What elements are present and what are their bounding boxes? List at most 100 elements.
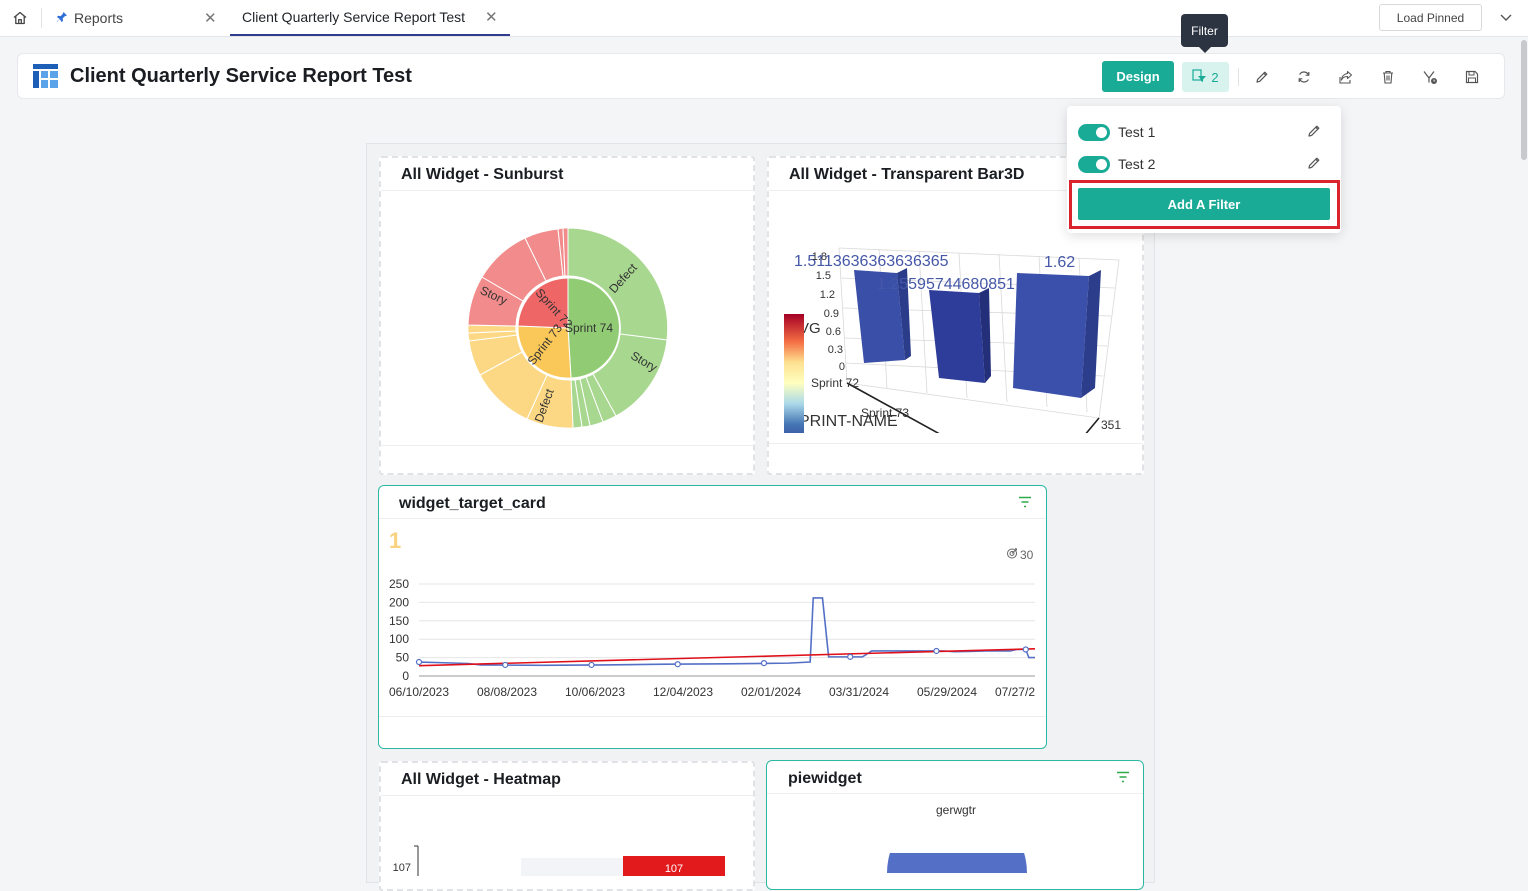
widget-sunburst[interactable]: All Widget - Sunburst Sprint 74 Sprint 7… [379, 156, 755, 475]
widget-divider [769, 443, 1142, 444]
y-tick-label: 100 [389, 632, 409, 646]
series-line [418, 597, 1035, 667]
y-tick-label: 200 [389, 595, 409, 609]
widget-pie[interactable]: piewidget gerwgtr [766, 760, 1144, 890]
bar3d-bar [1013, 270, 1101, 398]
close-icon[interactable]: ✕ [485, 8, 498, 26]
filter-tooltip: Filter [1181, 14, 1228, 53]
pin-icon [56, 10, 70, 26]
tab-bar: Reports ✕ Client Quarterly Service Repor… [0, 0, 1528, 37]
widget-divider [767, 793, 1143, 794]
filter-icon [1192, 68, 1207, 86]
widget-divider [379, 716, 1046, 717]
filter-item: Test 1 [1078, 123, 1328, 143]
visual-map-legend [784, 314, 804, 433]
widget-title: widget_target_card [399, 495, 546, 512]
edit-icon[interactable] [1252, 67, 1272, 87]
data-point [674, 661, 681, 668]
filter-item: Test 2 [1078, 155, 1328, 175]
x-tick: Sprint 72 [811, 376, 859, 390]
y-tick-label: 50 [396, 651, 410, 665]
x-tick-label: 05/29/2024 [917, 685, 977, 699]
share-icon[interactable] [1336, 67, 1356, 87]
heatmap-cell-label: 107 [665, 863, 683, 875]
data-point [588, 661, 595, 669]
filter-icon[interactable] [1116, 770, 1130, 783]
data-point [933, 647, 940, 655]
save-icon[interactable] [1462, 67, 1482, 87]
close-icon[interactable]: ✕ [204, 9, 217, 27]
z-tick: 0.9 [824, 308, 839, 320]
data-point [760, 660, 768, 667]
target-icon [1006, 547, 1018, 562]
heatmap-cell [521, 858, 623, 876]
x-tick-label: 02/01/2024 [741, 685, 801, 699]
y-tick-label: 250 [389, 577, 409, 591]
widget-title: All Widget - Heatmap [401, 771, 561, 788]
x-tick-label: 10/06/2023 [565, 685, 625, 699]
heatmap-chart: 107 107 [393, 845, 725, 876]
x-tick-label: 06/10/2023 [389, 685, 449, 699]
data-point [415, 658, 423, 666]
refresh-icon[interactable] [1294, 67, 1314, 87]
target-indicator: 30 [1006, 547, 1033, 562]
report-header: Client Quarterly Service Report Test Des… [17, 53, 1505, 99]
data-point [847, 653, 854, 660]
x-tick-label: 07/27/2 [995, 685, 1035, 699]
design-button[interactable]: Design [1102, 61, 1174, 92]
x-tick-label: 03/31/2024 [829, 685, 889, 699]
y-tick-label: 0 [402, 669, 409, 683]
data-point [502, 661, 509, 669]
edit-icon[interactable] [1306, 155, 1324, 173]
tab-reports[interactable]: Reports ✕ [56, 0, 226, 36]
chevron-down-icon[interactable] [1498, 9, 1514, 30]
load-pinned-button[interactable]: Load Pinned [1379, 4, 1482, 31]
delete-icon[interactable] [1378, 67, 1398, 87]
z-tick: 0.6 [826, 326, 841, 338]
target-value: 30 [1020, 547, 1034, 562]
home-icon[interactable] [8, 6, 32, 30]
filter-toggle[interactable] [1078, 156, 1110, 173]
widget-title: All Widget - Sunburst [401, 166, 564, 183]
edit-icon[interactable] [1306, 123, 1324, 141]
x-tick-label: 12/04/2023 [653, 685, 713, 699]
sunburst-chart: Sprint 74 Sprint 73 Sprint 72 Defect Sto… [467, 227, 669, 429]
tab-client-quarterly[interactable]: Client Quarterly Service Report Test ✕ [230, 0, 510, 36]
filter-icon[interactable] [1018, 495, 1032, 508]
line-chart: 0 50 100 150 200 250 06/10/2023 08/08/2023 10/06… [389, 577, 1035, 699]
axis-label: PRINT-NAME [799, 413, 898, 430]
filter-count: 2 [1211, 69, 1219, 85]
tab-divider [41, 8, 42, 28]
widget-divider [379, 518, 1046, 519]
page-title: Client Quarterly Service Report Test [70, 65, 412, 87]
table-icon [33, 64, 58, 93]
y-tick: 107 [393, 862, 411, 874]
page-scrollbar[interactable] [1519, 38, 1528, 866]
filter-toggle[interactable] [1078, 124, 1110, 141]
widget-divider [381, 445, 753, 446]
bar-value-label: 1.25595744680851 [877, 276, 1015, 293]
z-tick: 0.3 [828, 344, 843, 356]
widget-target-card[interactable]: widget_target_card 1 30 0 50 100 150 200 250 0… [378, 485, 1047, 749]
report-canvas: All Widget - Sunburst Sprint 74 Sprint 7… [366, 143, 1155, 891]
z-tick: 1.5 [816, 270, 831, 282]
add-filter-button[interactable]: Add A Filter [1078, 188, 1330, 220]
widget-title: All Widget - Transparent Bar3D [789, 166, 1025, 183]
z-tick: 1.2 [820, 289, 835, 301]
schedule-icon[interactable] [1420, 67, 1440, 87]
data-point [1022, 646, 1029, 653]
tab-label: Client Quarterly Service Report Test [242, 9, 466, 25]
scrollbar-thumb[interactable] [1521, 40, 1527, 160]
y-tick-label: 150 [389, 614, 409, 628]
filter-label: Test 1 [1118, 124, 1156, 140]
z-tick: 1.8 [812, 251, 827, 263]
y-tick: 351 [1101, 418, 1121, 432]
z-tick: 0 [839, 361, 845, 373]
widget-heatmap[interactable]: All Widget - Heatmap 107 107 [379, 761, 755, 891]
pie-chart [887, 853, 1027, 873]
pie-subtitle: gerwgtr [935, 803, 976, 817]
filter-button[interactable]: 2 [1182, 62, 1229, 92]
target-card-value: 1 [389, 528, 402, 553]
pie-slice [887, 853, 1027, 873]
toolbar-divider [1238, 68, 1239, 86]
